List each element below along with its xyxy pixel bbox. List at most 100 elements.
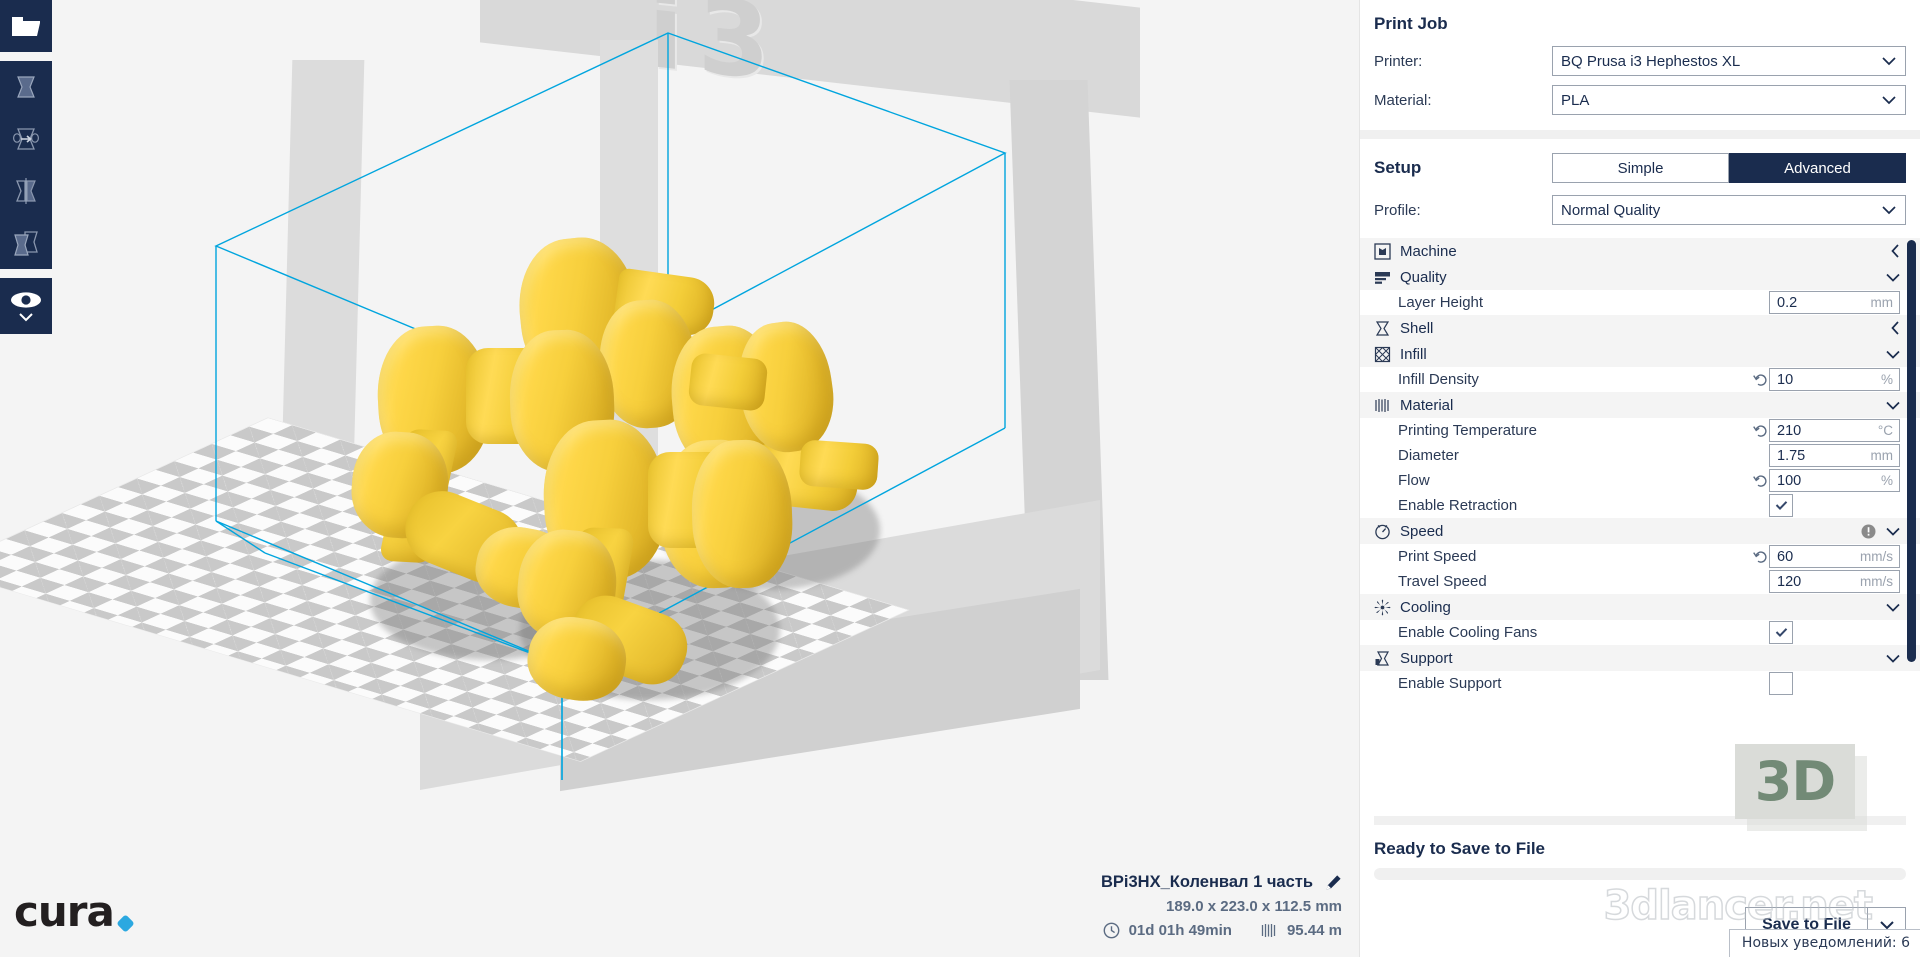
clock-icon <box>1103 922 1119 939</box>
cura-wordmark: cura <box>14 887 115 936</box>
scale-tool-button[interactable] <box>0 113 52 165</box>
settings-row: Infill Density 10% <box>1360 367 1920 392</box>
mirror-tool-button[interactable] <box>0 165 52 217</box>
edit-pencil-icon[interactable] <box>1325 874 1342 891</box>
settings-row: Diameter 1.75 mm <box>1360 443 1920 468</box>
settings-row: Travel Speed 120 mm/s <box>1360 569 1920 594</box>
setting-value-input[interactable]: 0.2 mm <box>1769 291 1900 314</box>
left-toolbar[interactable] <box>0 0 52 334</box>
tab-simple[interactable]: Simple <box>1552 153 1729 183</box>
settings-category-shell[interactable]: Shell <box>1360 315 1920 341</box>
move-tool-icon <box>17 76 35 98</box>
chevron-down-icon <box>1886 654 1900 663</box>
settings-row: Printing Temperature 210 °C <box>1360 418 1920 443</box>
printer-row: Printer: BQ Prusa i3 Hephestos XL <box>1360 46 1920 76</box>
settings-category-label: Cooling <box>1400 598 1451 616</box>
checkmark-icon <box>1775 628 1787 638</box>
revert-icon[interactable] <box>1753 550 1767 563</box>
toolbar-transform-group[interactable] <box>0 61 52 269</box>
setting-value: 10 <box>1777 371 1794 388</box>
material-select[interactable]: PLA <box>1552 85 1906 115</box>
open-file-button[interactable] <box>0 0 52 52</box>
settings-category-material[interactable]: Material <box>1360 392 1920 418</box>
setting-value-input[interactable]: 10% <box>1769 368 1900 391</box>
setting-revert-button[interactable] <box>1751 550 1769 563</box>
settings-category-controls <box>1891 244 1900 258</box>
setting-checkbox[interactable] <box>1769 621 1793 644</box>
settings-category-controls <box>1886 654 1900 663</box>
notification-toast[interactable]: Новых уведомлений: 6 <box>1728 929 1920 957</box>
settings-scrollbar[interactable] <box>1907 240 1916 662</box>
setup-mode-tabs[interactable]: Simple Advanced <box>1552 153 1906 183</box>
toolbar-file-group[interactable] <box>0 0 52 52</box>
view-mode-button[interactable] <box>0 278 52 334</box>
settings-category-cooling[interactable]: Cooling <box>1360 594 1920 620</box>
setting-checkbox-slot <box>1769 621 1900 644</box>
settings-category-infill[interactable]: Infill <box>1360 341 1920 367</box>
per-model-settings-button[interactable] <box>0 217 52 269</box>
setup-title: Setup <box>1374 158 1422 177</box>
revert-icon[interactable] <box>1753 474 1767 487</box>
settings-list[interactable]: Machine Quality Layer Height 0.2 mm Shell Infi… <box>1360 238 1920 816</box>
setting-label: Travel Speed <box>1398 573 1487 590</box>
warning-icon[interactable] <box>1861 524 1876 539</box>
material-label: Material: <box>1374 91 1432 109</box>
setting-value-input[interactable]: 100% <box>1769 469 1900 492</box>
watermark-3d-badge: 3D <box>1735 744 1867 831</box>
model-name: BPi3HX_Коленвал 1 часть <box>1100 873 1313 891</box>
material-row: Material: PLA <box>1360 85 1920 115</box>
print-job-title: Print Job <box>1374 14 1448 33</box>
setting-value: 0.2 <box>1777 294 1798 311</box>
setting-value-input[interactable]: 1.75 mm <box>1769 444 1900 467</box>
move-tool-button[interactable] <box>0 61 52 113</box>
profile-select[interactable]: Normal Quality <box>1552 195 1906 225</box>
chevron-left-icon <box>1891 244 1899 258</box>
toolbar-view-group[interactable] <box>0 278 52 334</box>
settings-row: Layer Height 0.2 mm <box>1360 290 1920 315</box>
settings-checkbox-row: Enable Support <box>1360 671 1920 696</box>
model-dimensions: 189.0 x 223.0 x 112.5 mm <box>1166 898 1342 915</box>
chevron-down-icon <box>1886 603 1900 612</box>
chevron-down-icon <box>1886 401 1900 410</box>
settings-category-label: Support <box>1400 649 1453 667</box>
toolbar-divider <box>0 52 52 61</box>
revert-icon[interactable] <box>1753 424 1767 437</box>
model-name-row: BPi3HX_Коленвал 1 часть <box>1101 873 1342 892</box>
ready-status-text: Ready to Save to File <box>1374 839 1545 858</box>
printer-select[interactable]: BQ Prusa i3 Hephestos XL <box>1552 46 1906 76</box>
settings-category-speed[interactable]: Speed <box>1360 518 1920 544</box>
setting-checkbox[interactable] <box>1769 494 1793 517</box>
3d-model-crankshaft[interactable] <box>0 0 1360 957</box>
settings-scroll-area[interactable]: Machine Quality Layer Height 0.2 mm Shell Infi… <box>1360 238 1920 816</box>
checkmark-icon <box>1775 501 1787 511</box>
settings-checkbox-row: Enable Cooling Fans <box>1360 620 1920 645</box>
infill-icon <box>1374 346 1396 363</box>
save-progress-bar <box>1374 868 1906 880</box>
per-model-settings-icon <box>14 231 38 256</box>
setting-unit: mm/s <box>1860 549 1893 564</box>
setting-value: 60 <box>1777 548 1794 565</box>
settings-category-support[interactable]: Support <box>1360 645 1920 671</box>
setting-value-input[interactable]: 210 °C <box>1769 419 1900 442</box>
setting-revert-button[interactable] <box>1751 373 1769 386</box>
setting-value-input[interactable]: 120 mm/s <box>1769 570 1900 593</box>
3d-viewport[interactable]: i3 cura BPi3HX_Коленвал 1 часть 189.0 x … <box>0 0 1360 957</box>
mirror-tool-icon <box>16 178 36 204</box>
setting-label: Layer Height <box>1398 294 1484 311</box>
settings-category-label: Speed <box>1400 522 1444 540</box>
printer-select-value: BQ Prusa i3 Hephestos XL <box>1561 52 1741 70</box>
setting-checkbox[interactable] <box>1769 672 1793 695</box>
tab-advanced[interactable]: Advanced <box>1729 153 1906 183</box>
settings-category-quality[interactable]: Quality <box>1360 264 1920 290</box>
revert-icon[interactable] <box>1753 373 1767 386</box>
machine-icon <box>1374 242 1396 260</box>
setting-revert-button[interactable] <box>1751 474 1769 487</box>
material-length-value: 95.44 m <box>1286 922 1342 939</box>
setup-header-row: Setup Simple Advanced <box>1360 139 1920 195</box>
settings-category-machine[interactable]: Machine <box>1360 238 1920 264</box>
settings-category-controls <box>1891 321 1900 335</box>
cura-logo: cura <box>14 887 135 936</box>
setting-revert-button[interactable] <box>1751 424 1769 437</box>
setting-value-input[interactable]: 60 mm/s <box>1769 545 1900 568</box>
chevron-down-icon <box>19 312 33 321</box>
